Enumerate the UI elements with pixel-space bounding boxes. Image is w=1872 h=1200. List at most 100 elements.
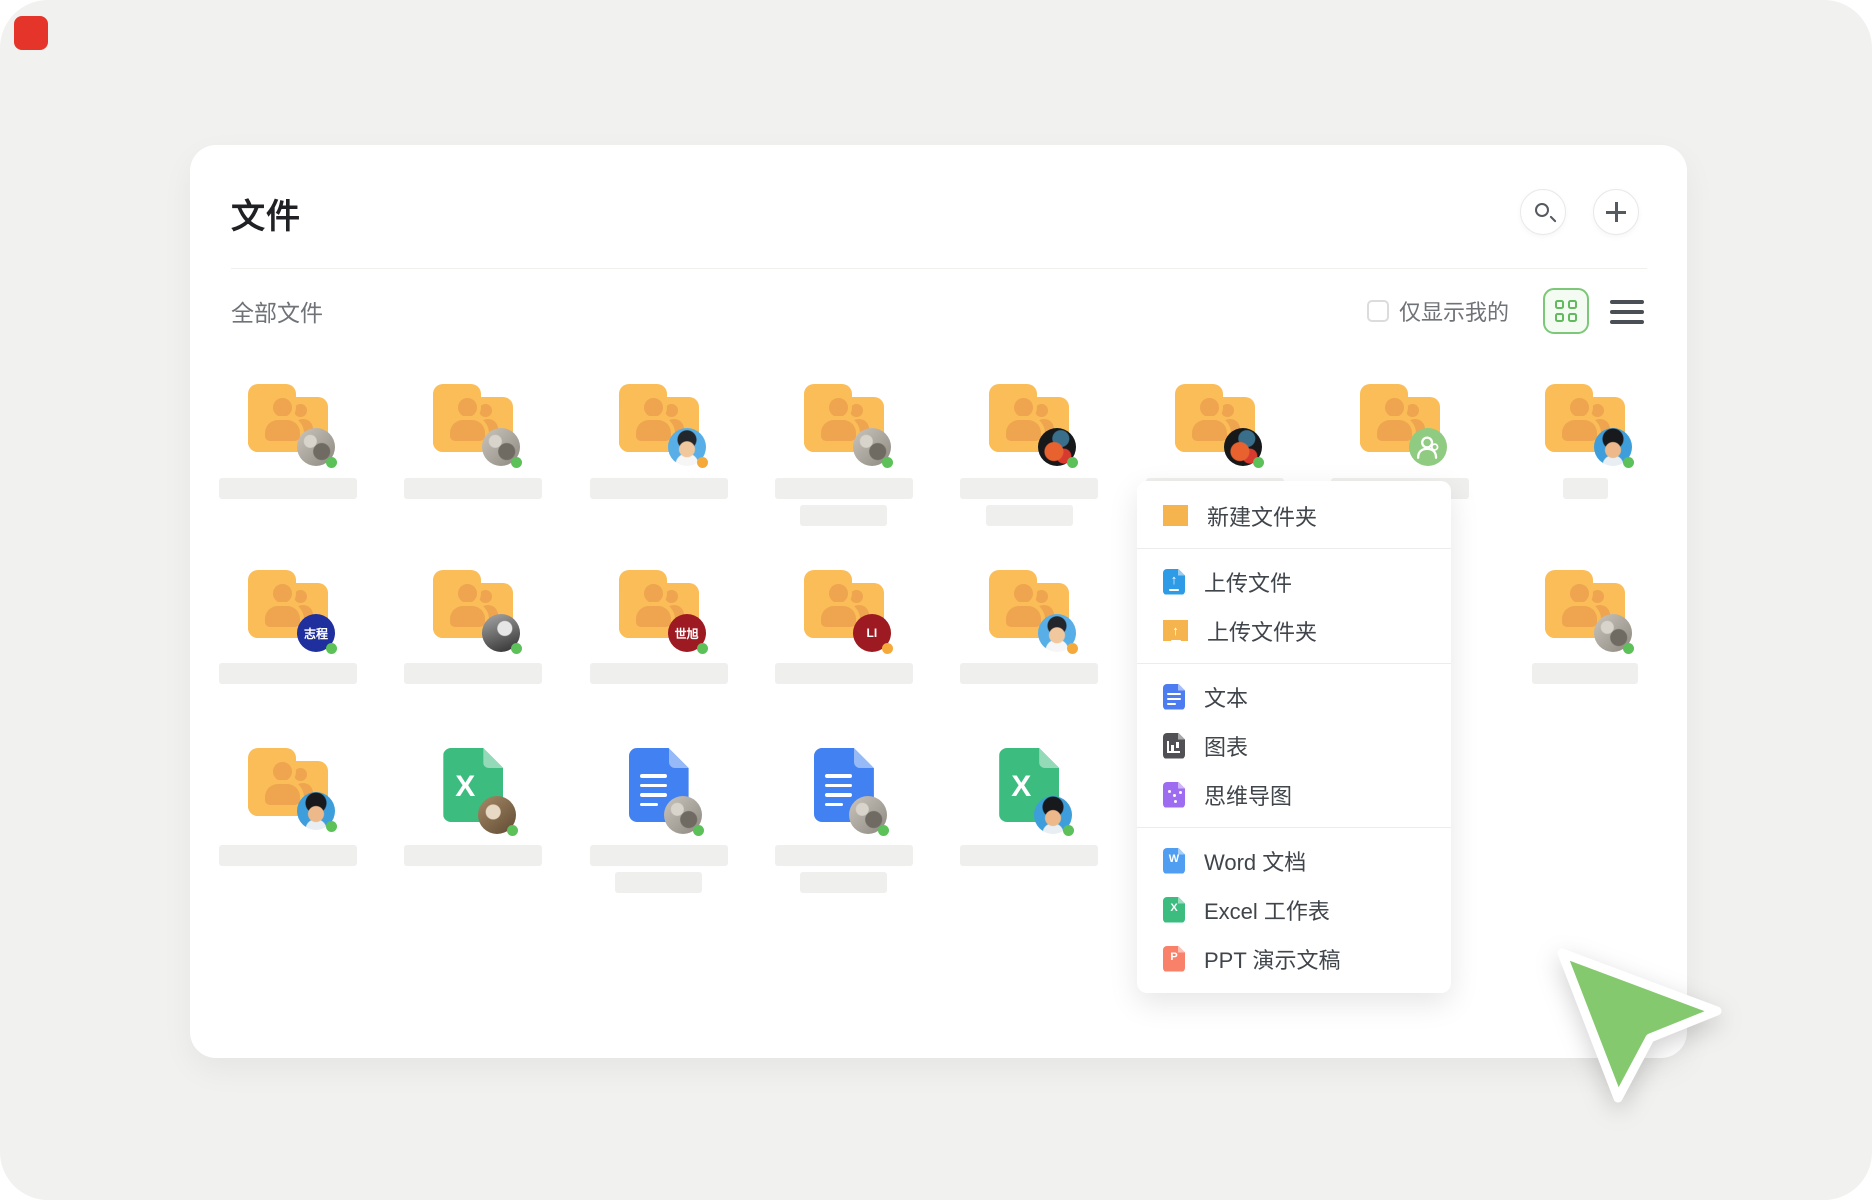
status-dot xyxy=(326,457,337,468)
text-doc-icon xyxy=(1163,684,1185,710)
filename-placeholder xyxy=(590,478,728,499)
menu-item-label: PPT 演示文稿 xyxy=(1204,943,1341,975)
collaborator-avatar xyxy=(1594,614,1632,652)
status-dot xyxy=(878,825,889,836)
status-dot xyxy=(1063,825,1074,836)
filename-placeholder xyxy=(1532,663,1638,684)
folder-tile[interactable]: LI xyxy=(775,570,913,730)
status-dot xyxy=(1623,457,1634,468)
folder-tile[interactable] xyxy=(404,384,542,544)
collaborator-avatar xyxy=(1038,614,1076,652)
menu-item-label: 新建文件夹 xyxy=(1207,500,1317,532)
doc-file-tile[interactable] xyxy=(775,748,913,908)
menu-item-label: 上传文件夹 xyxy=(1207,615,1317,647)
word-doc-icon: W xyxy=(1163,848,1185,874)
filename-placeholder xyxy=(219,478,357,499)
menu-item-mindmap-doc[interactable]: 思维导图 xyxy=(1137,770,1451,819)
collaborator-avatar xyxy=(1224,428,1262,466)
folder-tile[interactable] xyxy=(1516,570,1654,730)
status-dot xyxy=(882,643,893,654)
collaborator-badge: LI xyxy=(853,614,891,652)
collaborator-avatar xyxy=(668,428,706,466)
menu-group: WWord 文档 X Excel 工作表 PPPT 演示文稿 xyxy=(1137,827,1451,991)
menu-item-ppt-doc[interactable]: PPPT 演示文稿 xyxy=(1137,934,1451,983)
filename-placeholder xyxy=(960,478,1098,499)
status-dot xyxy=(511,457,522,468)
menu-item-excel-doc[interactable]: X Excel 工作表 xyxy=(1137,885,1451,934)
status-dot xyxy=(1623,643,1634,654)
menu-item-text-doc[interactable]: 文本 xyxy=(1137,672,1451,721)
file-grid: 志程 世旭 LI X X xyxy=(190,145,1687,1058)
filename-placeholder xyxy=(800,505,887,526)
menu-item-label: Excel 工作表 xyxy=(1204,894,1330,926)
collaborator-avatar xyxy=(297,428,335,466)
menu-item-upload-folder[interactable]: ↑ 上传文件夹 xyxy=(1137,606,1451,655)
doc-file-tile[interactable] xyxy=(590,748,728,908)
mindmap-doc-icon xyxy=(1163,782,1185,808)
status-dot xyxy=(697,643,708,654)
filename-placeholder xyxy=(775,845,913,866)
status-dot xyxy=(1067,643,1078,654)
filename-placeholder xyxy=(615,872,702,893)
excel-file-tile[interactable]: X xyxy=(404,748,542,908)
status-dot xyxy=(326,643,337,654)
menu-item-word-doc[interactable]: WWord 文档 xyxy=(1137,836,1451,885)
status-dot xyxy=(511,643,522,654)
folder-tile[interactable]: 世旭 xyxy=(590,570,728,730)
collaborator-avatar xyxy=(1409,428,1447,466)
filename-placeholder xyxy=(960,663,1098,684)
filename-placeholder xyxy=(775,478,913,499)
folder-tile[interactable] xyxy=(590,384,728,544)
status-dot xyxy=(697,457,708,468)
filename-placeholder xyxy=(219,845,357,866)
filename-placeholder xyxy=(404,845,542,866)
menu-item-chart-doc[interactable]: 图表 xyxy=(1137,721,1451,770)
collaborator-avatar xyxy=(1034,796,1072,834)
collaborator-avatar xyxy=(849,796,887,834)
collaborator-avatar xyxy=(664,796,702,834)
menu-item-new-folder[interactable]: 新建文件夹 xyxy=(1137,491,1451,540)
folder-tile[interactable]: 志程 xyxy=(219,570,357,730)
chart-doc-icon xyxy=(1163,733,1185,759)
collaborator-avatar xyxy=(1038,428,1076,466)
upload-folder-icon: ↑ xyxy=(1163,620,1188,641)
menu-group: 文本图表思维导图 xyxy=(1137,663,1451,827)
filename-placeholder xyxy=(960,845,1098,866)
filename-placeholder xyxy=(404,663,542,684)
filename-placeholder xyxy=(986,505,1073,526)
filename-placeholder xyxy=(1563,478,1608,499)
status-dot xyxy=(882,457,893,468)
collaborator-avatar xyxy=(297,792,335,830)
status-dot xyxy=(1067,457,1078,468)
folder-tile[interactable] xyxy=(219,384,357,544)
status-dot xyxy=(1253,457,1264,468)
menu-item-label: 思维导图 xyxy=(1204,779,1292,811)
filename-placeholder xyxy=(404,478,542,499)
collaborator-badge: 世旭 xyxy=(668,614,706,652)
excel-doc-icon: X xyxy=(1163,897,1185,923)
context-menu: 新建文件夹 ↑ 上传文件 ↑ 上传文件夹文本图表思维导图 WWord 文档 X Excel 工… xyxy=(1137,481,1451,993)
green-cursor-icon xyxy=(1540,930,1740,1130)
folder-tile[interactable] xyxy=(1516,384,1654,544)
menu-item-label: 文本 xyxy=(1204,681,1248,713)
new-folder-icon xyxy=(1163,505,1188,526)
menu-group: 新建文件夹 xyxy=(1137,483,1451,548)
menu-item-label: 上传文件 xyxy=(1204,566,1292,598)
excel-file-tile[interactable]: X xyxy=(960,748,1098,908)
folder-tile[interactable] xyxy=(775,384,913,544)
menu-item-upload-file[interactable]: ↑ 上传文件 xyxy=(1137,557,1451,606)
collaborator-avatar xyxy=(482,428,520,466)
folder-tile[interactable] xyxy=(219,748,357,908)
filename-placeholder xyxy=(775,663,913,684)
folder-tile[interactable] xyxy=(960,570,1098,730)
filename-placeholder xyxy=(800,872,887,893)
upload-file-icon: ↑ xyxy=(1163,569,1185,595)
folder-tile[interactable] xyxy=(960,384,1098,544)
files-panel: 文件 全部文件 仅显示我的 xyxy=(190,145,1687,1058)
collaborator-badge: 志程 xyxy=(297,614,335,652)
folder-tile[interactable] xyxy=(404,570,542,730)
add-person-icon xyxy=(1411,430,1445,464)
status-dot xyxy=(693,825,704,836)
filename-placeholder xyxy=(219,663,357,684)
app-background: 文件 全部文件 仅显示我的 xyxy=(0,0,1872,1200)
